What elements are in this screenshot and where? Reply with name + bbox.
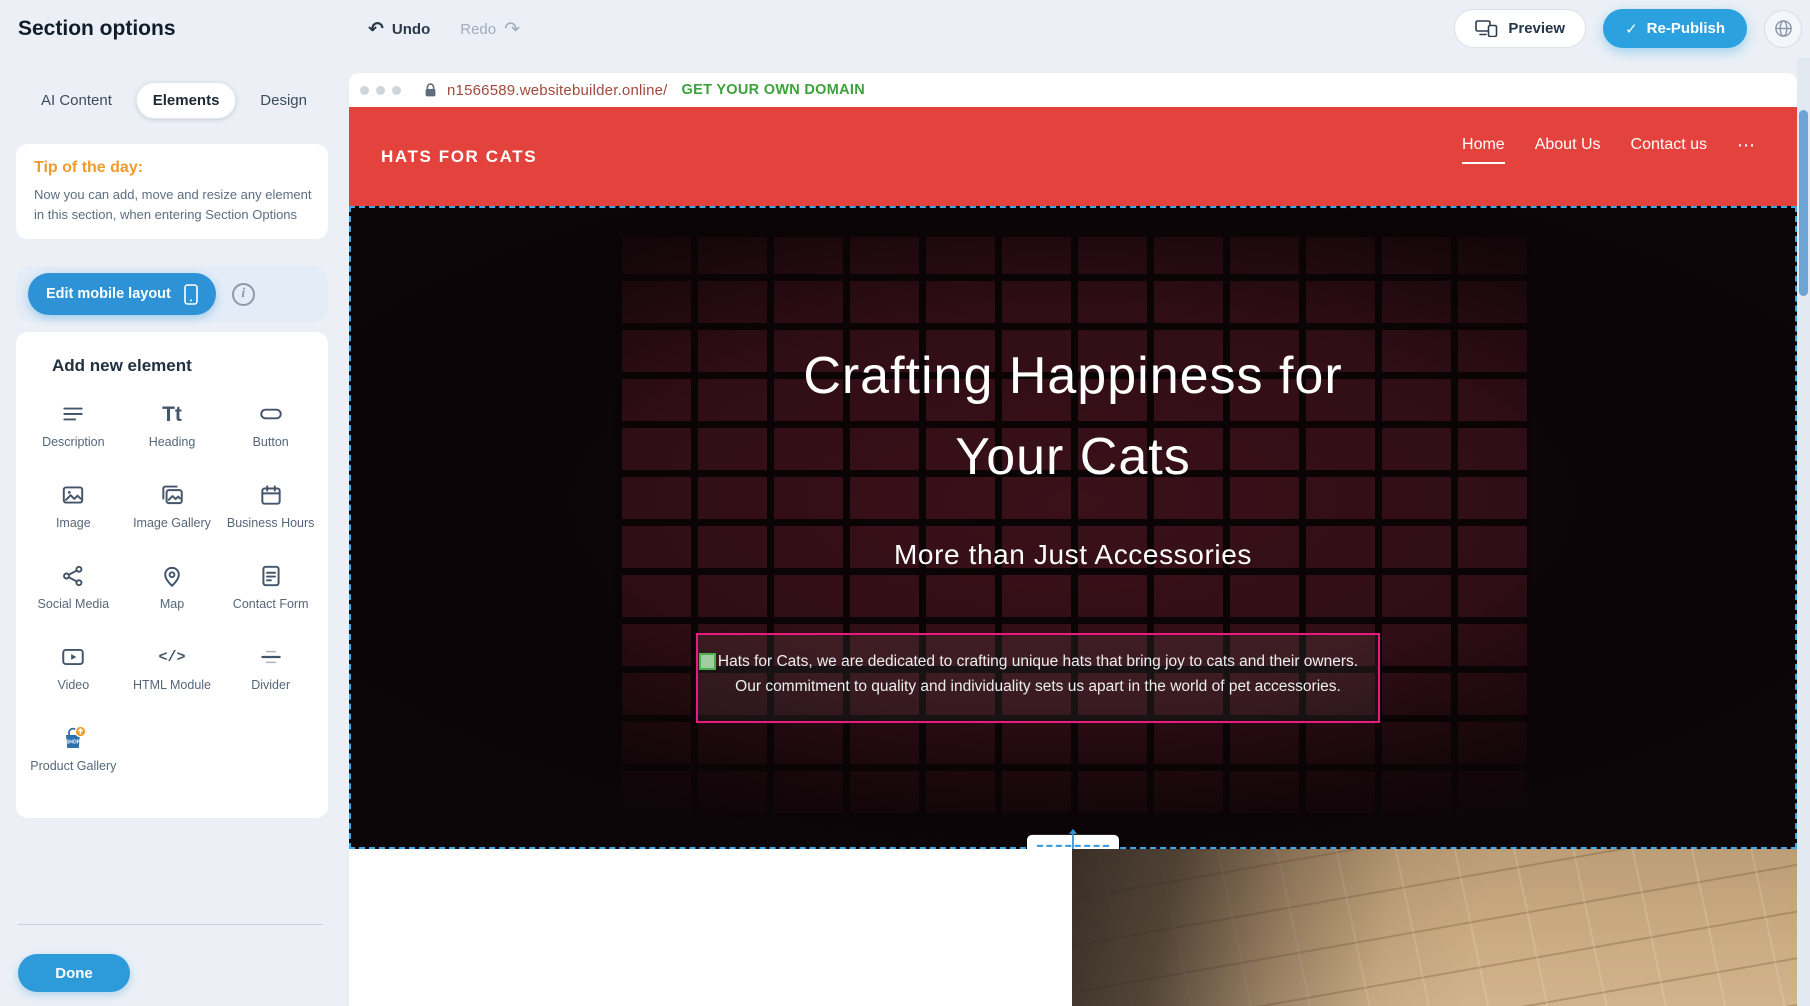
contact-form-icon — [258, 561, 284, 591]
element-image[interactable]: Image — [24, 473, 123, 554]
tab-elements[interactable]: Elements — [136, 82, 237, 119]
hero-body-text: Hats for Cats, we are dedicated to craft… — [708, 650, 1368, 700]
image-icon — [60, 480, 86, 510]
republish-label: Re-Publish — [1647, 20, 1725, 37]
hero-heading-line2: Your Cats — [351, 417, 1795, 498]
paving-stones-photo — [1072, 849, 1797, 1006]
nav-more-icon[interactable]: ⋯ — [1737, 135, 1755, 164]
map-pin-icon — [159, 561, 185, 591]
product-gallery-icon: SHOP — [57, 723, 89, 753]
scrollbar-thumb[interactable] — [1799, 110, 1808, 296]
redo-label: Redo — [460, 21, 496, 38]
undo-label: Undo — [392, 21, 430, 38]
globe-icon — [1773, 18, 1794, 39]
business-hours-icon — [258, 480, 284, 510]
hero-vignette — [351, 208, 1795, 847]
button-icon — [258, 399, 284, 429]
window-dot — [376, 86, 385, 95]
window-dot — [392, 86, 401, 95]
description-icon — [60, 399, 86, 429]
next-section — [349, 849, 1797, 1006]
element-product-gallery[interactable]: SHOP Product Gallery — [24, 716, 123, 797]
element-html-module[interactable]: </> HTML Module — [123, 635, 222, 716]
element-video[interactable]: Video — [24, 635, 123, 716]
element-description[interactable]: Description — [24, 392, 123, 473]
element-social-media[interactable]: Social Media — [24, 554, 123, 635]
info-icon[interactable]: i — [232, 283, 255, 306]
page-scrollbar[interactable] — [1797, 58, 1810, 1006]
nav-about-us[interactable]: About Us — [1535, 136, 1601, 164]
window-control-dots — [360, 86, 401, 95]
undo-icon: ↶ — [368, 20, 384, 39]
html-module-icon: </> — [158, 642, 185, 672]
section-options-sidebar: AI Content Elements Design Tip of the da… — [0, 58, 349, 1006]
hero-heading-line1: Crafting Happiness for — [351, 336, 1795, 417]
tip-of-the-day-card: Tip of the day: Now you can add, move an… — [16, 144, 328, 239]
redo-button[interactable]: Redo ↷ — [460, 20, 520, 39]
editor-canvas: n1566589.websitebuilder.online/ GET YOUR… — [349, 58, 1797, 1006]
hero-section-selected[interactable]: Crafting Happiness for Your Cats More th… — [349, 206, 1797, 849]
site-header: HATS FOR CATS Home About Us Contact us ⋯ — [349, 107, 1797, 206]
edit-mobile-layout-button[interactable]: Edit mobile layout — [28, 273, 216, 315]
preview-button[interactable]: Preview — [1454, 9, 1586, 48]
redo-icon: ↷ — [504, 20, 520, 39]
topbar-actions: Preview ✓ Re-Publish — [1454, 9, 1802, 48]
republish-button[interactable]: ✓ Re-Publish — [1603, 9, 1747, 48]
hero-subheading[interactable]: More than Just Accessories — [351, 539, 1795, 571]
tab-design[interactable]: Design — [243, 82, 324, 119]
history-controls: ↶ Undo Redo ↷ — [368, 0, 520, 58]
add-element-title: Add new element — [52, 356, 320, 376]
edit-mobile-label: Edit mobile layout — [46, 286, 171, 302]
element-contact-form[interactable]: Contact Form — [221, 554, 320, 635]
shop-badge-text: SHOP — [66, 740, 81, 746]
element-image-gallery[interactable]: Image Gallery — [123, 473, 222, 554]
site-url[interactable]: n1566589.websitebuilder.online/ — [447, 82, 668, 99]
sidebar-tabs: AI Content Elements Design — [24, 82, 324, 119]
video-icon — [60, 642, 86, 672]
nav-home[interactable]: Home — [1462, 136, 1505, 164]
browser-chrome-bar: n1566589.websitebuilder.online/ GET YOUR… — [349, 73, 1797, 107]
done-button[interactable]: Done — [18, 954, 130, 992]
check-icon: ✓ — [1625, 20, 1638, 38]
element-button[interactable]: Button — [221, 392, 320, 473]
tip-body: Now you can add, move and resize any ele… — [34, 185, 312, 224]
site-nav: Home About Us Contact us ⋯ — [1462, 135, 1755, 164]
image-gallery-icon — [159, 480, 185, 510]
page-title: Section options — [18, 0, 176, 58]
undo-button[interactable]: ↶ Undo — [368, 20, 430, 39]
topbar: Section options ↶ Undo Redo ↷ Preview ✓ … — [0, 0, 1810, 58]
element-grid: Description Tt Heading Button Image — [24, 392, 320, 797]
element-divider[interactable]: Divider — [221, 635, 320, 716]
element-heading[interactable]: Tt Heading — [123, 392, 222, 473]
element-resize-handle[interactable] — [699, 653, 716, 670]
add-element-card: Add new element Description Tt Heading B… — [16, 332, 328, 818]
element-business-hours[interactable]: Business Hours — [221, 473, 320, 554]
hero-text-element-selected[interactable]: Hats for Cats, we are dedicated to craft… — [696, 633, 1380, 723]
tip-title: Tip of the day: — [34, 159, 312, 177]
window-dot — [360, 86, 369, 95]
divider-icon — [258, 642, 284, 672]
site-logo[interactable]: HATS FOR CATS — [381, 147, 537, 167]
language-globe-button[interactable] — [1764, 10, 1802, 48]
get-domain-link[interactable]: GET YOUR OWN DOMAIN — [682, 82, 865, 98]
tab-ai-content[interactable]: AI Content — [24, 82, 129, 119]
lock-icon — [423, 82, 438, 98]
nav-contact-us[interactable]: Contact us — [1631, 136, 1707, 164]
preview-label: Preview — [1508, 20, 1565, 37]
mobile-layout-panel: Edit mobile layout i — [16, 266, 328, 322]
element-map[interactable]: Map — [123, 554, 222, 635]
heading-icon: Tt — [162, 399, 182, 429]
devices-icon — [1475, 20, 1498, 37]
site-preview: HATS FOR CATS Home About Us Contact us ⋯… — [349, 107, 1797, 1006]
phone-icon — [184, 284, 198, 305]
hero-heading[interactable]: Crafting Happiness for Your Cats — [351, 336, 1795, 498]
sidebar-divider — [18, 924, 323, 925]
social-media-icon — [60, 561, 86, 591]
